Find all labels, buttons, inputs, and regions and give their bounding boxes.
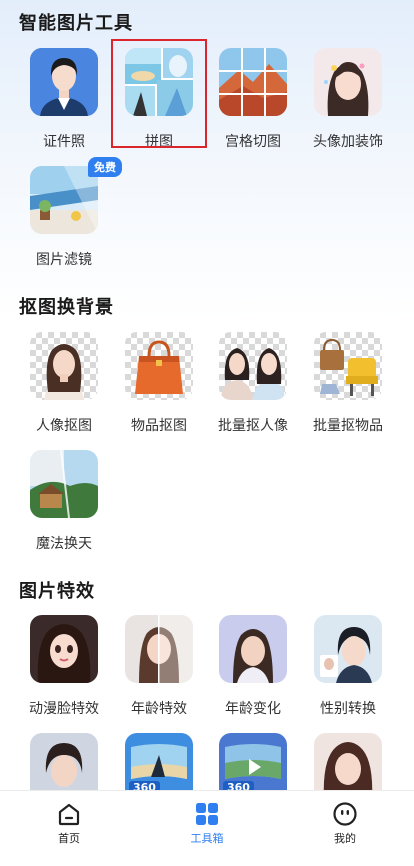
- tool-label: 批量抠人像: [218, 418, 288, 434]
- tool-label: 动漫脸特效: [29, 701, 99, 717]
- free-badge: 免费: [88, 157, 122, 177]
- object-cutout-thumbnail: [125, 332, 193, 400]
- tool-label: 头像加装饰: [313, 134, 383, 150]
- tab-home-label: 首页: [58, 832, 80, 845]
- section-title-cutout: 抠图换背景: [19, 297, 114, 318]
- selected-tool-highlight: [111, 39, 207, 148]
- tool-anime-face[interactable]: 动漫脸特效: [19, 615, 109, 723]
- tab-mine[interactable]: 我的: [305, 801, 385, 846]
- tab-toolbox[interactable]: 工具箱: [167, 801, 247, 846]
- tool-label: 年龄变化: [225, 701, 281, 717]
- tool-id-photo[interactable]: 证件照: [19, 48, 109, 156]
- tool-avatar-decor[interactable]: 头像加装饰: [303, 48, 393, 156]
- batch-portrait-thumbnail: [219, 332, 287, 400]
- pano-badge: 360: [129, 781, 160, 790]
- avatar-decor-thumbnail: [314, 48, 382, 116]
- home-icon: [58, 803, 80, 826]
- tool-list[interactable]: 智能图片工具 证件照 拼图 宫格切图 头像加装饰 图片滤镜 免费 抠图换背景 人…: [0, 0, 414, 790]
- id-photo-thumbnail: [30, 48, 98, 116]
- bottom-tab-bar: 首页 工具箱 我的: [0, 790, 414, 866]
- beauty-effect-thumbnail: [314, 733, 382, 790]
- anime-face-thumbnail: [30, 615, 98, 683]
- panorama-2-thumbnail: 360: [219, 733, 287, 790]
- tool-portrait-effect[interactable]: [19, 733, 109, 790]
- pano-badge: 360: [223, 781, 254, 790]
- tool-label: 年龄特效: [131, 701, 187, 717]
- tool-label: 人像抠图: [36, 418, 92, 434]
- tool-panorama-1[interactable]: 360: [114, 733, 204, 790]
- tool-label: 物品抠图: [131, 418, 187, 434]
- tool-portrait-cutout[interactable]: 人像抠图: [19, 332, 109, 440]
- portrait-cutout-thumbnail: [30, 332, 98, 400]
- tool-beauty-effect[interactable]: [303, 733, 393, 790]
- tab-toolbox-label: 工具箱: [190, 832, 224, 845]
- tool-batch-portrait[interactable]: 批量抠人像: [208, 332, 298, 440]
- tool-label: 性别转换: [320, 701, 376, 717]
- tool-object-cutout[interactable]: 物品抠图: [114, 332, 204, 440]
- tool-label: 证件照: [43, 134, 85, 150]
- magic-sky-thumbnail: [30, 450, 98, 518]
- section-title-smart-tools: 智能图片工具: [19, 13, 133, 34]
- age-change-thumbnail: [219, 615, 287, 683]
- gender-swap-thumbnail: [314, 615, 382, 683]
- tool-gender-swap[interactable]: 性别转换: [303, 615, 393, 723]
- age-effect-thumbnail: [125, 615, 193, 683]
- portrait-effect-thumbnail: [30, 733, 98, 790]
- section-title-effects: 图片特效: [19, 581, 95, 602]
- tool-label: 魔法换天: [36, 536, 92, 552]
- grid-icon: [196, 803, 218, 825]
- batch-object-thumbnail: [314, 332, 382, 400]
- tool-age-change[interactable]: 年龄变化: [208, 615, 298, 723]
- tool-grid-cut[interactable]: 宫格切图: [208, 48, 298, 156]
- tool-magic-sky[interactable]: 魔法换天: [19, 450, 109, 558]
- tab-home[interactable]: 首页: [29, 801, 109, 846]
- tool-panorama-2[interactable]: 360: [208, 733, 298, 790]
- panorama-1-thumbnail: 360: [125, 733, 193, 790]
- tool-photo-filter[interactable]: 图片滤镜: [19, 166, 109, 274]
- tool-label: 图片滤镜: [36, 252, 92, 268]
- tool-label: 宫格切图: [225, 134, 281, 150]
- tool-age-effect[interactable]: 年龄特效: [114, 615, 204, 723]
- tool-batch-object[interactable]: 批量抠物品: [303, 332, 393, 440]
- smiley-icon: [333, 802, 357, 826]
- tool-label: 批量抠物品: [313, 418, 383, 434]
- tab-mine-label: 我的: [334, 832, 356, 845]
- grid-cut-thumbnail: [219, 48, 287, 116]
